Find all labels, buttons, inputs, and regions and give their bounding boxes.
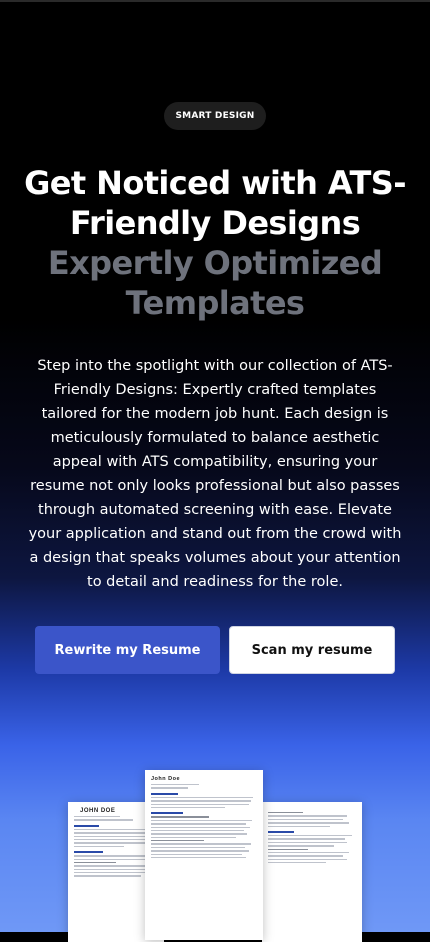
hero-description: Step into the spotlight with our collect… [28, 358, 402, 590]
headline-line-4: Templates [125, 284, 305, 322]
smart-design-badge: SMART DESIGN [164, 102, 266, 130]
resume-preview-right [262, 802, 362, 942]
rewrite-resume-button[interactable]: Rewrite my Resume [35, 626, 220, 674]
headline-primary: Get Noticed with ATS- Friendly Designs [20, 163, 410, 243]
headline-secondary: Expertly Optimized Templates [20, 243, 410, 323]
top-divider [0, 0, 430, 2]
headline-line-2: Friendly Designs [69, 204, 361, 242]
resume-preview-center: John Doe [145, 770, 263, 940]
scan-resume-button[interactable]: Scan my resume [229, 626, 395, 674]
resume-center-name: John Doe [151, 776, 181, 782]
headline-line-3: Expertly Optimized [47, 244, 383, 282]
headline-line-1: Get Noticed with ATS- [24, 164, 406, 202]
